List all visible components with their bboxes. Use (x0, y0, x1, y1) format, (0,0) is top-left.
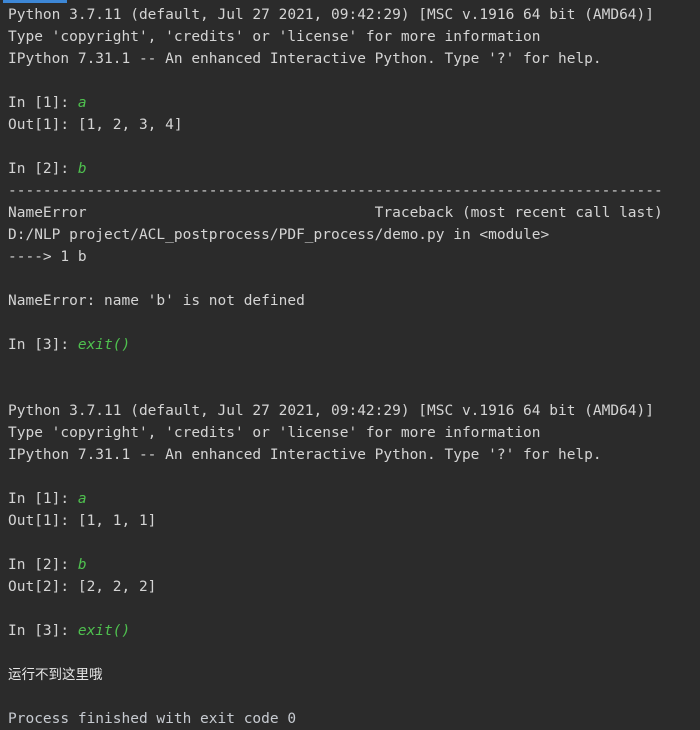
console-output-line: Out[1]: [1, 2, 3, 4] (8, 117, 183, 133)
console-output-line: NameError: name 'b' is not defined (8, 293, 305, 309)
process-finished-line: Process finished with exit code 0 (8, 711, 297, 727)
console-output-line: IPython 7.31.1 -- An enhanced Interactiv… (8, 51, 602, 67)
input-code-text: a (77, 491, 87, 507)
console-message-line: 运行不到这里哦 (8, 667, 103, 683)
input-prompt-label: In [2]: (8, 161, 78, 177)
input-code-text: a (77, 95, 87, 111)
input-prompt-label: In [3]: (8, 337, 78, 353)
input-code-text: b (77, 557, 87, 573)
input-prompt-label: In [1]: (8, 95, 78, 111)
console-output-panel[interactable]: Python 3.7.11 (default, Jul 27 2021, 09:… (0, 0, 700, 727)
console-input-line: In [1]: a (8, 92, 700, 114)
console-output-line: D:/NLP project/ACL_postprocess/PDF_proce… (8, 227, 550, 243)
console-output-line: IPython 7.31.1 -- An enhanced Interactiv… (8, 447, 602, 463)
console-input-line: In [3]: exit() (8, 334, 700, 356)
console-output-line: Python 3.7.11 (default, Jul 27 2021, 09:… (8, 7, 655, 23)
console-output-line: Out[2]: [2, 2, 2] (8, 579, 157, 595)
console-input-line: In [2]: b (8, 158, 700, 180)
console-output-line: NameError Traceback (most recent call la… (8, 205, 663, 221)
console-output-line: Out[1]: [1, 1, 1] (8, 513, 157, 529)
console-input-line: In [3]: exit() (8, 620, 700, 642)
input-code-text: b (77, 161, 87, 177)
console-input-line: In [2]: b (8, 554, 700, 576)
console-output-line: Type 'copyright', 'credits' or 'license'… (8, 29, 541, 45)
input-prompt-label: In [1]: (8, 491, 78, 507)
input-prompt-label: In [3]: (8, 623, 78, 639)
console-output-line: ----> 1 b (8, 249, 87, 265)
input-code-text: exit() (77, 337, 131, 353)
console-output-line: Type 'copyright', 'credits' or 'license'… (8, 425, 541, 441)
console-input-line: In [1]: a (8, 488, 700, 510)
input-prompt-label: In [2]: (8, 557, 78, 573)
console-text-area[interactable]: Python 3.7.11 (default, Jul 27 2021, 09:… (0, 3, 700, 730)
console-output-line: ----------------------------------------… (8, 183, 663, 199)
input-code-text: exit() (77, 623, 131, 639)
console-output-line: Python 3.7.11 (default, Jul 27 2021, 09:… (8, 403, 655, 419)
